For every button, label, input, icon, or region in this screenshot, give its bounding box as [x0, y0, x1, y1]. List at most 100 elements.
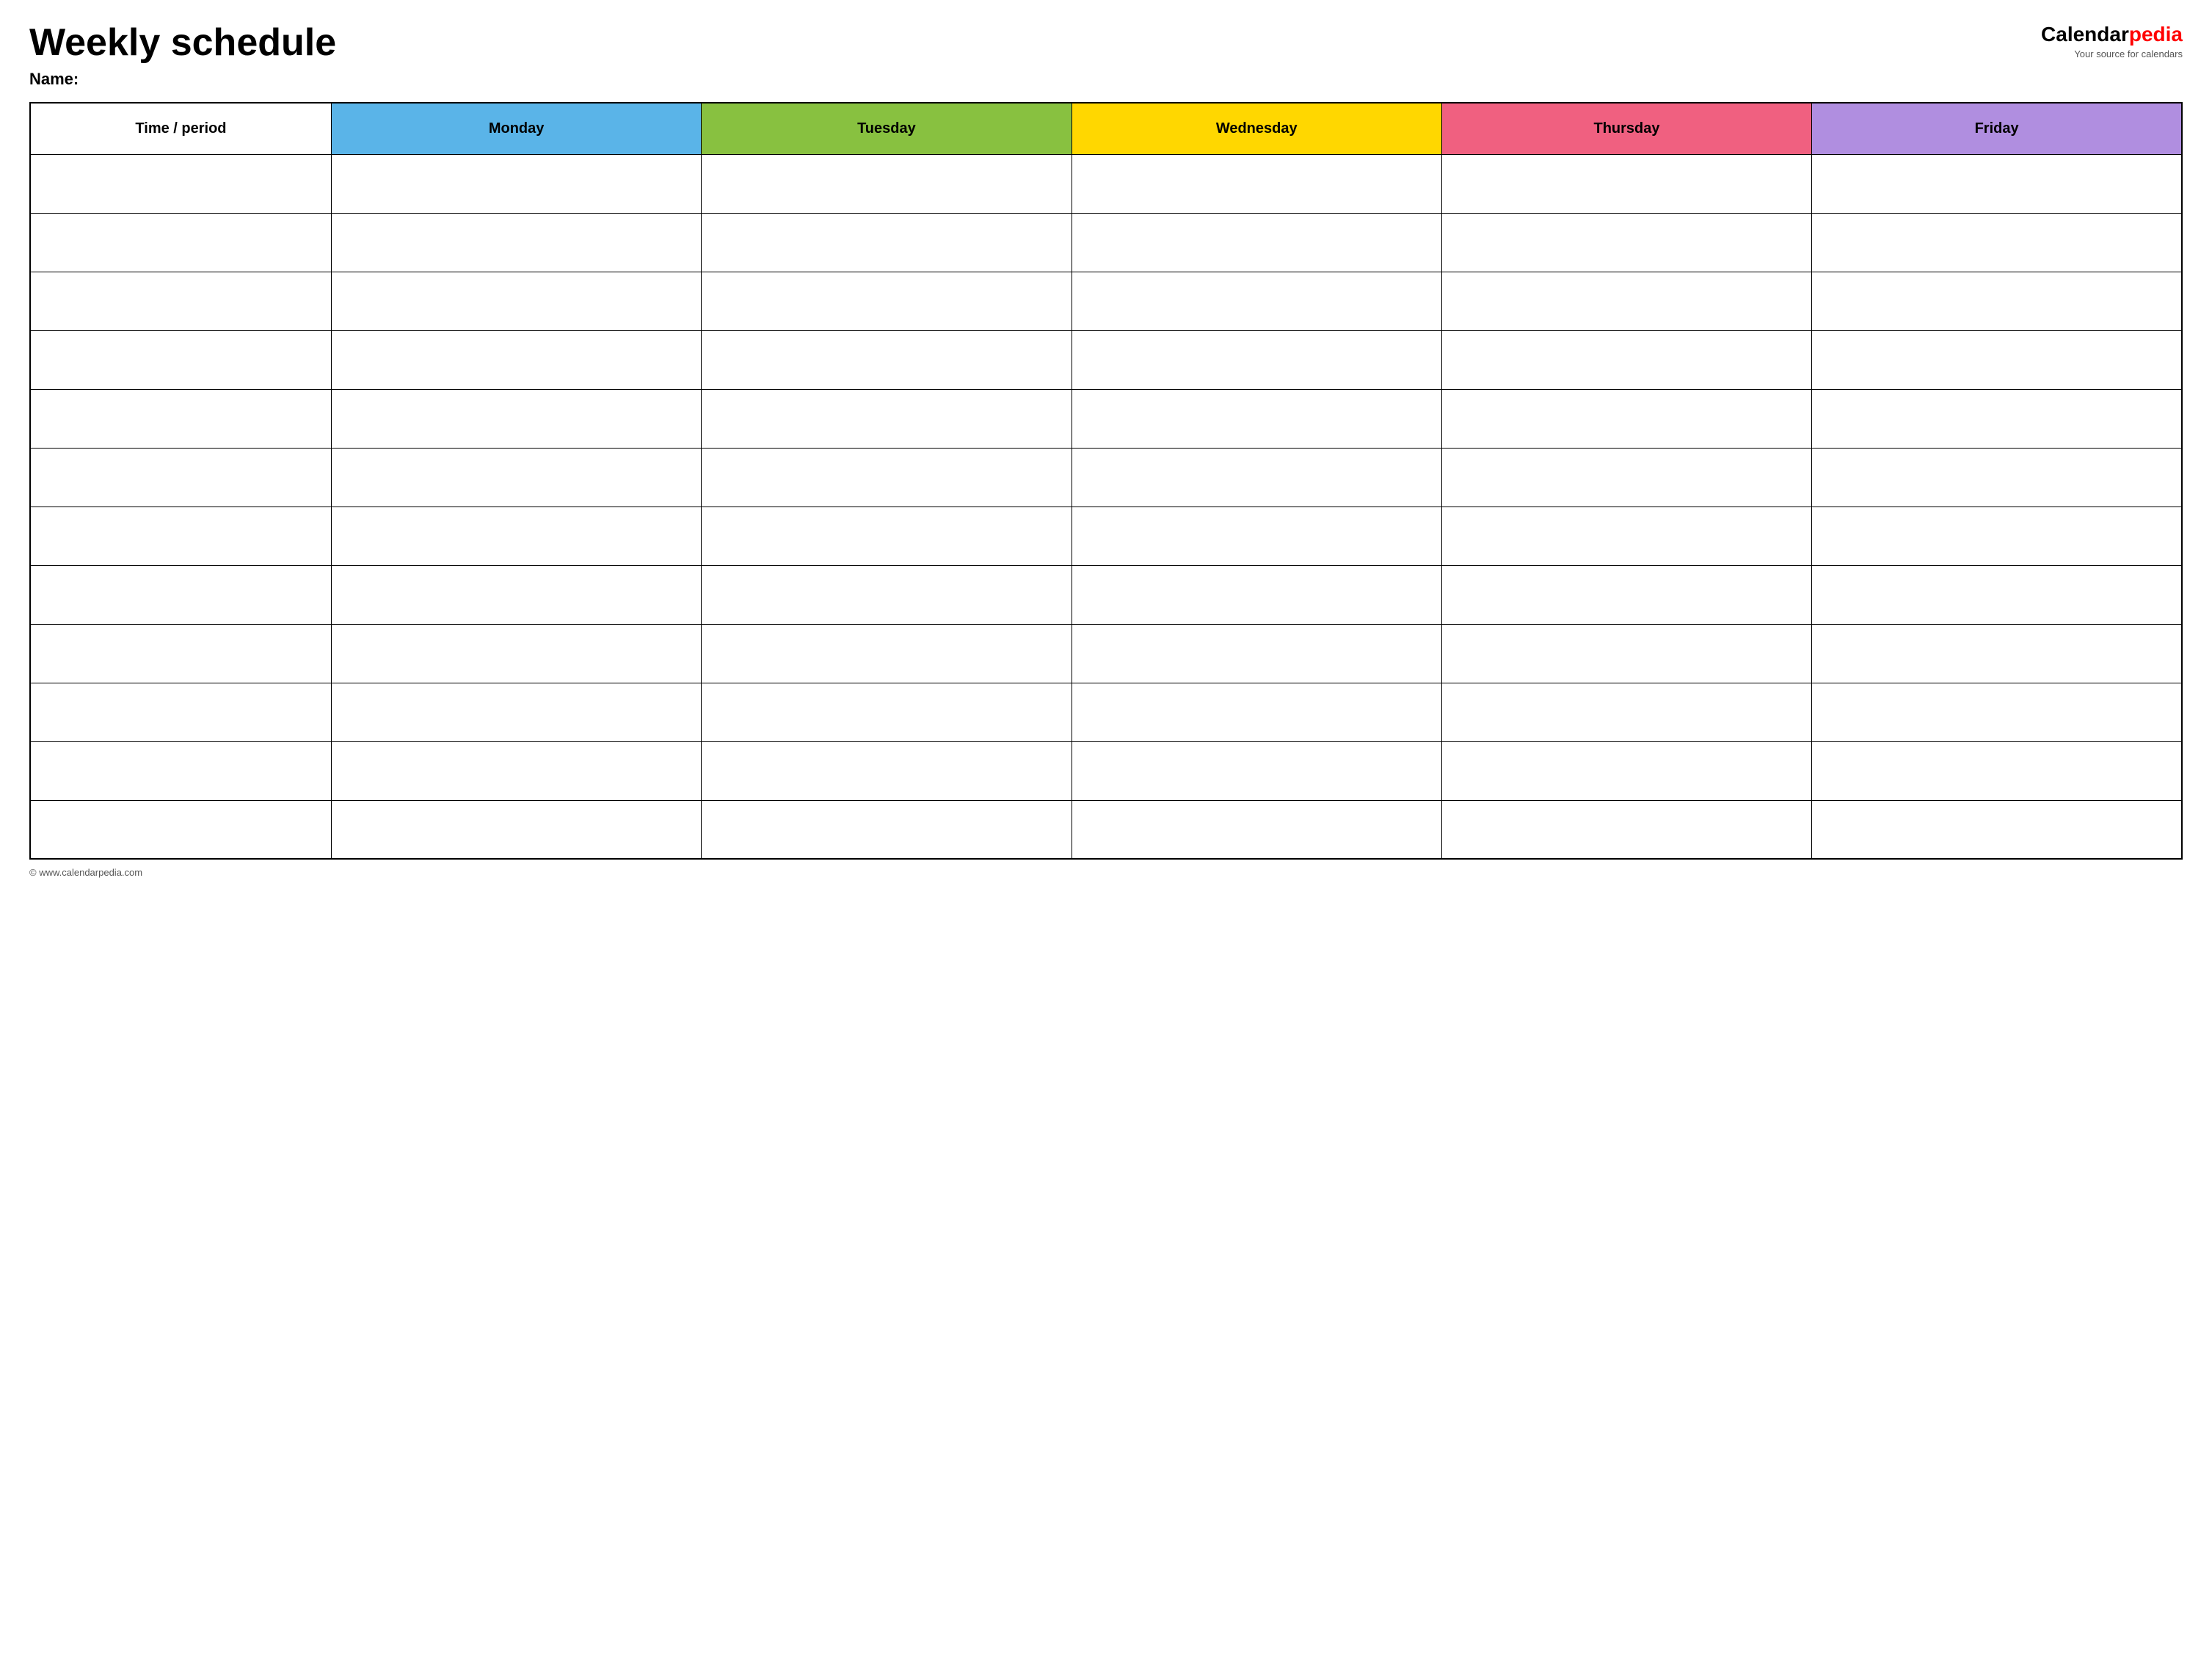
schedule-cell[interactable]: [702, 800, 1072, 859]
schedule-cell[interactable]: [1812, 800, 2182, 859]
schedule-cell[interactable]: [331, 507, 701, 565]
schedule-cell[interactable]: [331, 624, 701, 683]
schedule-cell[interactable]: [702, 741, 1072, 800]
schedule-cell[interactable]: [331, 154, 701, 213]
schedule-cell[interactable]: [1441, 624, 1811, 683]
table-row: [30, 800, 2182, 859]
schedule-cell[interactable]: [1812, 507, 2182, 565]
schedule-cell[interactable]: [702, 507, 1072, 565]
header-monday: Monday: [331, 103, 701, 154]
schedule-cell[interactable]: [331, 272, 701, 330]
schedule-cell[interactable]: [1812, 741, 2182, 800]
schedule-cell[interactable]: [1072, 389, 1441, 448]
table-row: [30, 213, 2182, 272]
header-thursday: Thursday: [1441, 103, 1811, 154]
schedule-cell[interactable]: [331, 448, 701, 507]
schedule-cell[interactable]: [1441, 800, 1811, 859]
schedule-cell[interactable]: [1812, 330, 2182, 389]
brand-logo: Calendarpedia: [2041, 22, 2183, 47]
schedule-cell[interactable]: [1812, 683, 2182, 741]
schedule-cell[interactable]: [1812, 272, 2182, 330]
header-friday: Friday: [1812, 103, 2182, 154]
time-cell[interactable]: [30, 154, 331, 213]
footer: © www.calendarpedia.com: [29, 867, 2183, 878]
time-cell[interactable]: [30, 213, 331, 272]
time-cell[interactable]: [30, 448, 331, 507]
time-cell[interactable]: [30, 565, 331, 624]
brand-pedia: pedia: [2129, 23, 2183, 46]
table-row: [30, 272, 2182, 330]
logo-area: Calendarpedia Your source for calendars: [2041, 22, 2183, 59]
schedule-cell[interactable]: [702, 213, 1072, 272]
schedule-cell[interactable]: [331, 389, 701, 448]
schedule-cell[interactable]: [331, 741, 701, 800]
weekly-schedule-table: Time / period Monday Tuesday Wednesday T…: [29, 102, 2183, 860]
header-wednesday: Wednesday: [1072, 103, 1441, 154]
table-row: [30, 565, 2182, 624]
time-cell[interactable]: [30, 330, 331, 389]
schedule-cell[interactable]: [1441, 683, 1811, 741]
header-tuesday: Tuesday: [702, 103, 1072, 154]
schedule-cell[interactable]: [331, 330, 701, 389]
schedule-cell[interactable]: [1072, 154, 1441, 213]
schedule-cell[interactable]: [1441, 154, 1811, 213]
time-cell[interactable]: [30, 272, 331, 330]
brand-calendar: Calendar: [2041, 23, 2129, 46]
schedule-cell[interactable]: [702, 154, 1072, 213]
schedule-cell[interactable]: [702, 272, 1072, 330]
header-time: Time / period: [30, 103, 331, 154]
schedule-cell[interactable]: [1441, 741, 1811, 800]
table-row: [30, 154, 2182, 213]
schedule-cell[interactable]: [702, 448, 1072, 507]
page-header: Weekly schedule Name: Calendarpedia Your…: [29, 22, 2183, 89]
schedule-cell[interactable]: [331, 800, 701, 859]
time-cell[interactable]: [30, 741, 331, 800]
schedule-cell[interactable]: [1441, 565, 1811, 624]
schedule-cell[interactable]: [1072, 507, 1441, 565]
name-label: Name:: [29, 70, 336, 89]
schedule-cell[interactable]: [702, 330, 1072, 389]
schedule-cell[interactable]: [1441, 507, 1811, 565]
schedule-cell[interactable]: [331, 213, 701, 272]
schedule-cell[interactable]: [1072, 624, 1441, 683]
schedule-cell[interactable]: [1441, 213, 1811, 272]
time-cell[interactable]: [30, 389, 331, 448]
schedule-cell[interactable]: [1072, 565, 1441, 624]
time-cell[interactable]: [30, 624, 331, 683]
schedule-cell[interactable]: [331, 565, 701, 624]
schedule-cell[interactable]: [1441, 448, 1811, 507]
schedule-cell[interactable]: [1072, 741, 1441, 800]
schedule-cell[interactable]: [702, 565, 1072, 624]
schedule-cell[interactable]: [331, 683, 701, 741]
schedule-cell[interactable]: [1072, 800, 1441, 859]
schedule-cell[interactable]: [1072, 213, 1441, 272]
schedule-cell[interactable]: [1072, 330, 1441, 389]
schedule-cell[interactable]: [1812, 389, 2182, 448]
schedule-cell[interactable]: [702, 624, 1072, 683]
schedule-cell[interactable]: [1072, 683, 1441, 741]
schedule-cell[interactable]: [1441, 272, 1811, 330]
table-row: [30, 448, 2182, 507]
table-row: [30, 507, 2182, 565]
table-row: [30, 389, 2182, 448]
schedule-cell[interactable]: [1812, 448, 2182, 507]
schedule-cell[interactable]: [1812, 565, 2182, 624]
schedule-body: [30, 154, 2182, 859]
schedule-cell[interactable]: [1812, 154, 2182, 213]
footer-url: © www.calendarpedia.com: [29, 867, 142, 878]
time-cell[interactable]: [30, 683, 331, 741]
schedule-cell[interactable]: [1072, 272, 1441, 330]
schedule-cell[interactable]: [1441, 330, 1811, 389]
time-cell[interactable]: [30, 800, 331, 859]
schedule-cell[interactable]: [1441, 389, 1811, 448]
schedule-cell[interactable]: [1072, 448, 1441, 507]
schedule-cell[interactable]: [702, 389, 1072, 448]
table-row: [30, 330, 2182, 389]
table-header-row: Time / period Monday Tuesday Wednesday T…: [30, 103, 2182, 154]
table-row: [30, 624, 2182, 683]
time-cell[interactable]: [30, 507, 331, 565]
page-title: Weekly schedule: [29, 22, 336, 64]
schedule-cell[interactable]: [1812, 213, 2182, 272]
schedule-cell[interactable]: [702, 683, 1072, 741]
schedule-cell[interactable]: [1812, 624, 2182, 683]
